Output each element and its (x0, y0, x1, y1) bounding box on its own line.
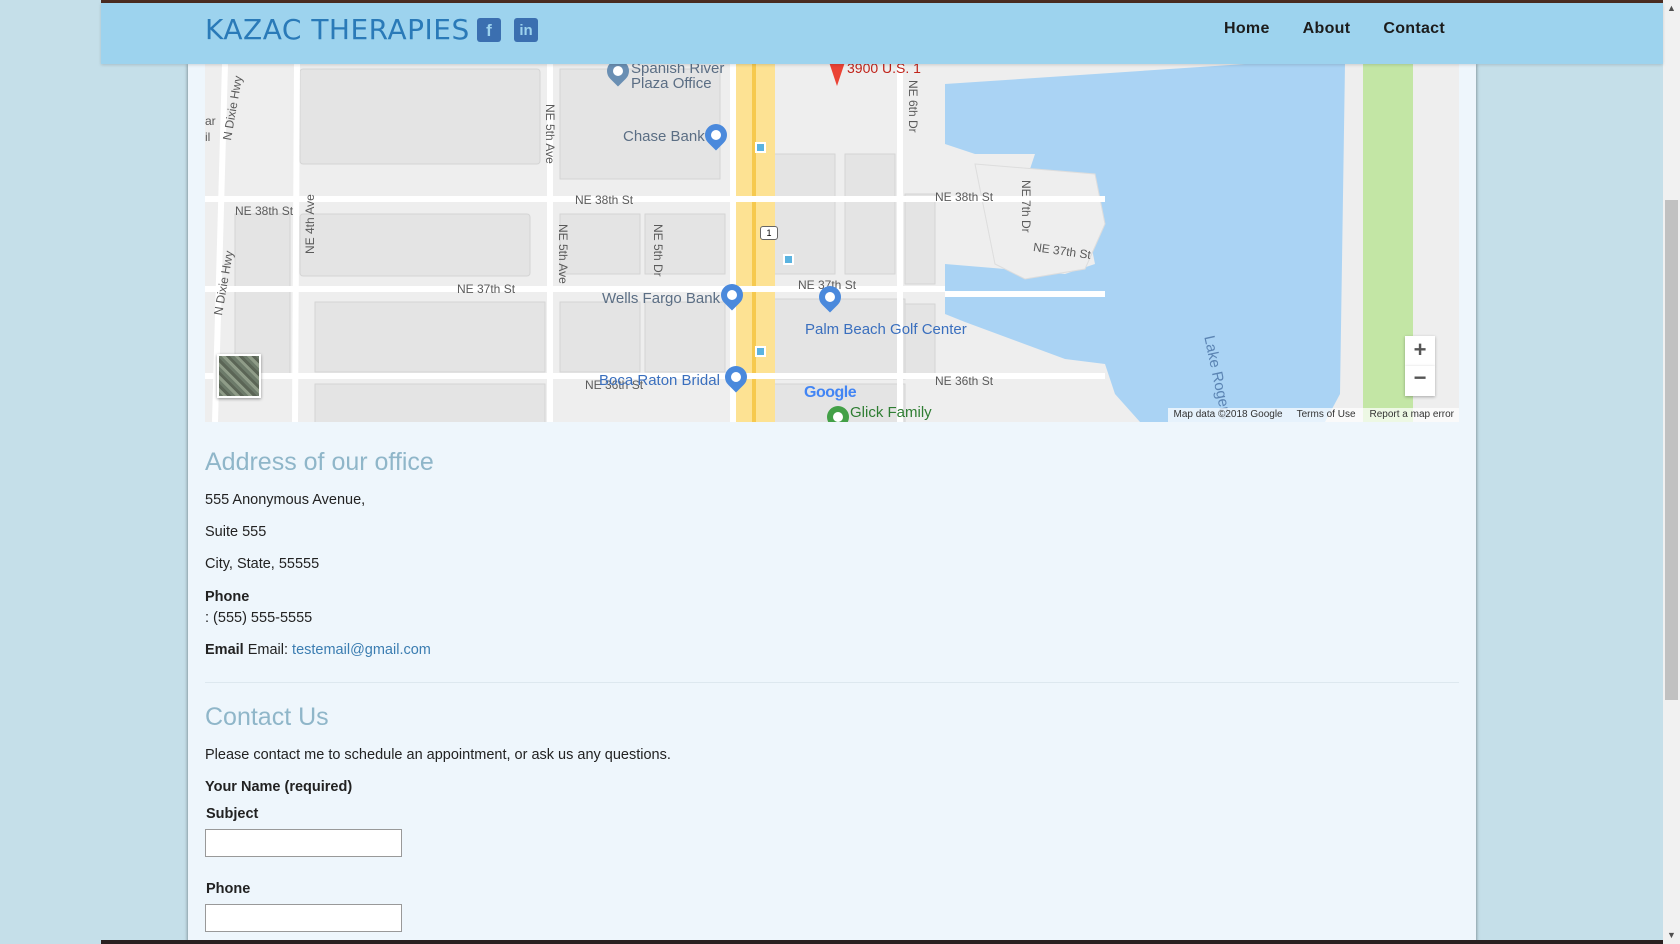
subject-input[interactable] (205, 829, 402, 857)
street-label: NE 5th Ave (543, 104, 557, 164)
scroll-up-icon[interactable]: ▲ (1663, 0, 1680, 17)
email-prefix: Email: (247, 642, 289, 658)
location-label[interactable]: 3900 U.S. 1 (847, 64, 921, 76)
map-attribution: Map data ©2018 Google Terms of Use Repor… (1168, 408, 1459, 422)
place-label[interactable]: Chase Bank (623, 128, 705, 145)
address-line: Suite 555 (205, 524, 267, 540)
nav-contact[interactable]: Contact (1383, 20, 1445, 38)
email-label: Email (205, 642, 244, 658)
street-label: NE 7th Dr (1019, 180, 1033, 233)
zoom-out-button[interactable]: − (1405, 366, 1435, 396)
bus-stop-icon[interactable] (783, 254, 794, 265)
place-label[interactable]: Spanish River Plaza Office (631, 64, 724, 91)
street-label: NE 37th St (457, 282, 516, 296)
street-label: il (205, 130, 211, 144)
address-heading: Address of our office (205, 448, 434, 476)
address-line: City, State, 55555 (205, 556, 320, 572)
scroll-thumb[interactable] (1665, 200, 1678, 700)
street-label: NE 4th Ave (303, 194, 317, 254)
bottom-border (101, 940, 1663, 944)
street-label: NE 36th St (935, 374, 994, 388)
report-error-link[interactable]: Report a map error (1370, 409, 1454, 421)
place-label[interactable]: Glick Family (850, 404, 932, 421)
email-row: Email Email: testemail@gmail.com (205, 642, 431, 658)
nav-about[interactable]: About (1303, 20, 1351, 38)
address-line: 555 Anonymous Avenue, (205, 492, 366, 508)
street-label: NE 38th St (935, 190, 994, 204)
page-scrollbar[interactable]: ▲ ▼ (1663, 0, 1680, 944)
place-label[interactable]: Wells Fargo Bank (602, 290, 720, 307)
zoom-in-button[interactable]: + (1405, 336, 1435, 366)
route-shield-icon: 1 (760, 226, 778, 240)
nav-home[interactable]: Home (1224, 20, 1270, 38)
street-label: NE 38th St (575, 193, 634, 207)
street-label: NE 6th Dr (906, 80, 920, 133)
google-map[interactable]: NE 38th St NE 38th St NE 38th St NE 37th… (205, 64, 1459, 422)
satellite-toggle-icon[interactable] (217, 354, 261, 398)
facebook-icon[interactable]: f (477, 18, 501, 42)
bus-stop-icon[interactable] (755, 346, 766, 357)
terms-link[interactable]: Terms of Use (1297, 409, 1356, 421)
email-link[interactable]: testemail@gmail.com (292, 642, 431, 658)
site-brand[interactable]: KAZAC THERAPIES (205, 13, 470, 46)
place-label[interactable]: Boca Raton Bridal (599, 372, 720, 389)
street-label: ar (205, 114, 216, 128)
street-label: NE 38th St (235, 204, 294, 218)
contact-heading: Contact Us (205, 703, 329, 731)
section-divider (205, 682, 1459, 683)
google-logo: Google (804, 384, 857, 401)
phone-label: Phone (205, 589, 250, 605)
phone-value: : (555) 555-5555 (205, 610, 313, 626)
subject-field-label: Subject (206, 806, 259, 822)
main-nav: Home About Contact (1224, 20, 1445, 38)
phone-input[interactable] (205, 904, 402, 932)
map-base (205, 64, 1413, 422)
bus-stop-icon[interactable] (755, 142, 766, 153)
location-marker-icon[interactable] (825, 64, 849, 86)
place-label[interactable]: Palm Beach Golf Center (805, 321, 967, 338)
scroll-down-icon[interactable]: ▼ (1663, 927, 1680, 944)
contact-intro: Please contact me to schedule an appoint… (205, 747, 671, 763)
phone-field-label: Phone (206, 881, 251, 897)
linkedin-icon[interactable]: in (514, 18, 538, 42)
street-label: NE 5th Ave (556, 224, 570, 284)
site-header: KAZAC THERAPIES f in Home About Contact (101, 3, 1663, 64)
name-field-label: Your Name (required) (205, 779, 353, 795)
street-label: NE 5th Dr (651, 224, 665, 277)
map-data-credit: Map data ©2018 Google (1173, 409, 1283, 420)
